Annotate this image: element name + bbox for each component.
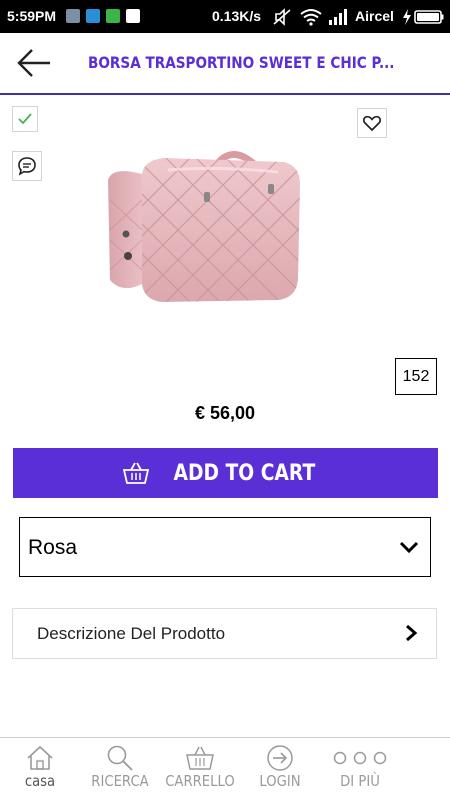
add-to-cart-label: ADD TO CART (173, 460, 316, 486)
status-time: 5:59PM (7, 8, 57, 24)
notification-icon-1 (66, 9, 80, 23)
app-header: BORSA TRASPORTINO SWEET E CHIC P... (0, 33, 450, 95)
notification-icon-4 (126, 9, 140, 23)
home-icon (27, 745, 53, 770)
nav-item-label: CARRELLO (165, 772, 235, 790)
chat-bubble-icon (18, 157, 36, 176)
check-button[interactable] (12, 106, 38, 132)
count-badge: 152 (395, 358, 437, 395)
wishlist-button[interactable] (357, 108, 387, 138)
nav-item-label: DI PIÙ (340, 772, 380, 790)
chat-button[interactable] (12, 151, 42, 181)
carrier-name: Aircel (355, 8, 394, 24)
nav-item-label: casa (24, 772, 56, 790)
nav-item-carrello[interactable]: CARRELLO (160, 738, 240, 800)
back-button[interactable] (12, 43, 56, 83)
nav-item-login[interactable]: LOGIN (240, 738, 320, 800)
status-bar: 5:59PM 0.13K/s Aircel (0, 0, 450, 33)
network-speed: 0.13K/s (212, 8, 262, 24)
more-dots-icon (333, 751, 387, 765)
charging-icon (403, 9, 411, 25)
wifi-icon (300, 9, 322, 26)
nav-item-di-piu[interactable]: DI PIÙ (320, 738, 400, 800)
arrow-left-icon (17, 49, 50, 77)
chevron-right-icon (406, 624, 418, 642)
page-title: BORSA TRASPORTINO SWEET E CHIC P... (88, 53, 395, 72)
login-arrow-icon (267, 745, 293, 771)
nav-item-label: RICERCA (91, 772, 149, 790)
notification-icon-2 (86, 9, 100, 23)
product-price: € 56,00 (194, 403, 256, 423)
product-description-row[interactable]: Descrizione Del Prodotto (12, 608, 437, 659)
add-to-cart-button[interactable]: ADD TO CART (13, 448, 438, 498)
chevron-down-icon (399, 541, 419, 554)
product-image (108, 151, 300, 302)
heart-icon (363, 115, 381, 131)
check-icon (18, 113, 32, 125)
nav-item-casa[interactable]: casa (0, 738, 80, 800)
basket-icon (186, 746, 214, 770)
basket-icon (123, 462, 150, 484)
search-icon (107, 745, 133, 771)
nav-item-ricerca[interactable]: RICERCA (80, 738, 160, 800)
battery-icon (414, 10, 444, 24)
product-description-label: Descrizione Del Prodotto (37, 624, 226, 643)
signal-icon (329, 9, 347, 25)
color-select-value: Rosa (28, 536, 78, 559)
notification-icon-3 (106, 9, 120, 23)
nav-item-label: LOGIN (259, 772, 301, 790)
bottom-nav: casa RICERCA CARRELLO LOGIN DI PIÙ (0, 737, 450, 800)
mute-icon (273, 8, 291, 26)
color-select[interactable]: Rosa (19, 517, 431, 577)
